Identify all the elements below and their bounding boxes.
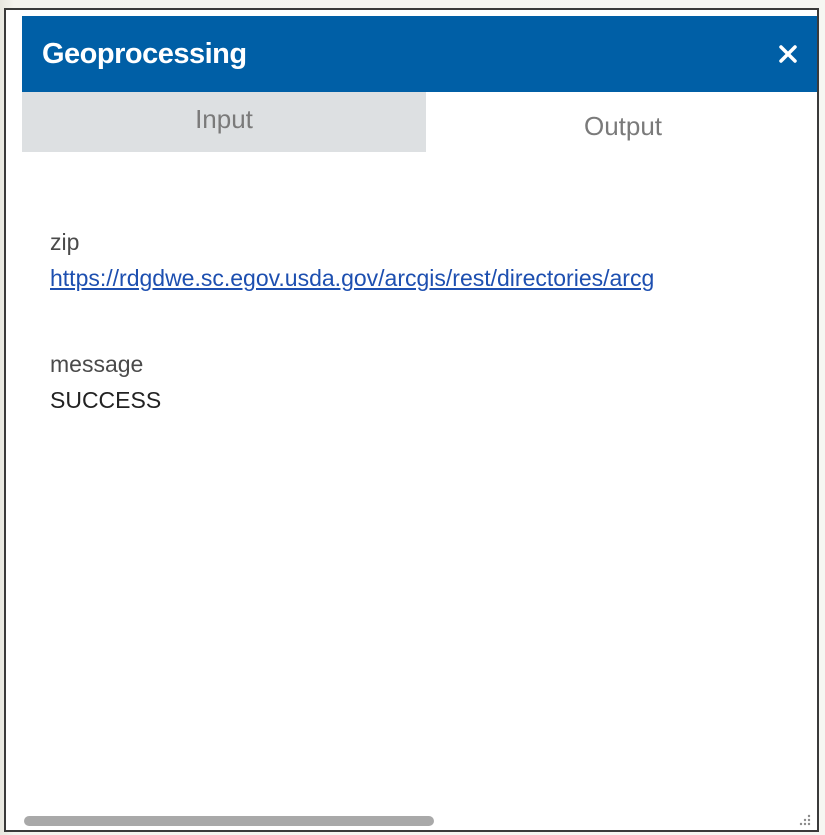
resize-grip-icon[interactable] [797, 812, 811, 826]
message-value: SUCCESS [50, 387, 162, 413]
tab-input[interactable]: Input [22, 92, 426, 152]
field-spacer [50, 297, 817, 347]
close-icon [779, 45, 797, 63]
close-button[interactable] [766, 32, 810, 76]
tab-output[interactable]: Output [426, 92, 817, 152]
horizontal-scrollbar[interactable] [22, 814, 812, 826]
scrollbar-thumb[interactable] [24, 816, 434, 826]
zip-label: zip [50, 229, 80, 255]
output-content: zip https://rdgdwe.sc.egov.usda.gov/arcg… [50, 225, 817, 419]
panel-title: Geoprocessing [42, 37, 247, 70]
geoprocessing-panel: Geoprocessing Input Output zip https://r… [4, 8, 819, 832]
panel-header: Geoprocessing [22, 16, 817, 92]
tab-bar: Input Output [22, 92, 817, 152]
message-label: message [50, 351, 144, 377]
zip-link[interactable]: https://rdgdwe.sc.egov.usda.gov/arcgis/r… [50, 259, 817, 297]
